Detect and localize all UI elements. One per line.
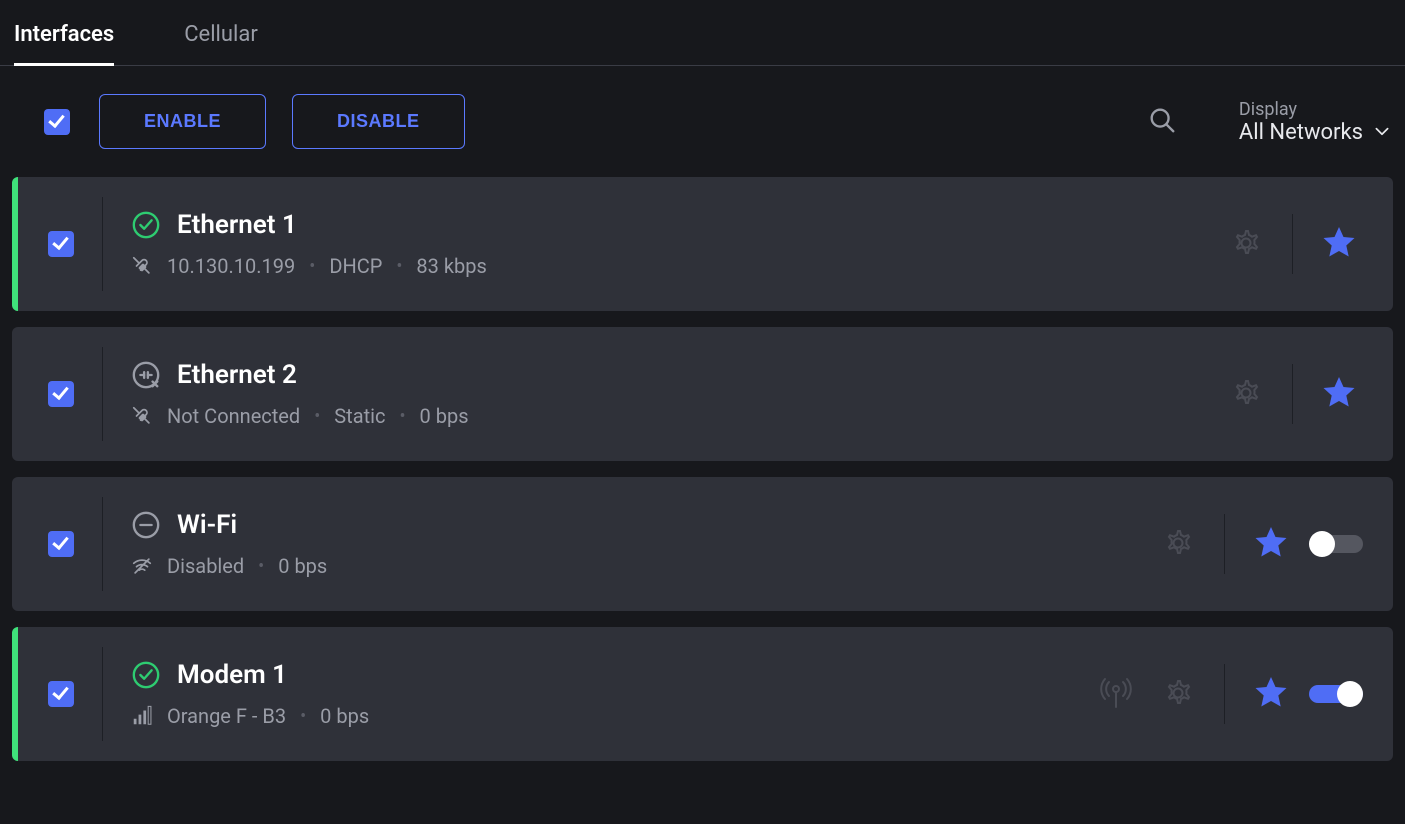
star-icon: [1321, 375, 1357, 411]
interface-detail: 10.130.10.199: [167, 254, 295, 278]
star-icon: [1253, 525, 1289, 561]
settings-button[interactable]: [1222, 369, 1270, 420]
interface-detail: 83 kbps: [416, 254, 486, 278]
interface-detail: 0 bps: [320, 704, 369, 728]
settings-button[interactable]: [1222, 219, 1270, 270]
antenna-icon: [1098, 675, 1134, 711]
gear-icon: [1228, 225, 1264, 261]
interface-name: Wi-Fi: [177, 510, 237, 540]
star-icon: [1253, 675, 1289, 711]
interface-detail: Orange F - B3: [167, 704, 286, 728]
interface-detail: 0 bps: [278, 554, 327, 578]
plug-icon: [131, 255, 153, 277]
display-filter-value: All Networks: [1239, 120, 1363, 145]
favorite-button[interactable]: [1247, 519, 1295, 570]
row-checkbox[interactable]: [48, 681, 74, 707]
plug-icon: [131, 405, 153, 427]
search-button[interactable]: [1141, 99, 1183, 144]
chevron-down-icon: [1373, 123, 1391, 141]
settings-button[interactable]: [1154, 669, 1202, 720]
select-all-checkbox[interactable]: [44, 109, 70, 135]
interface-detail: DHCP: [329, 254, 382, 278]
tab-interfaces[interactable]: Interfaces: [14, 4, 114, 65]
interface-detail: 0 bps: [420, 404, 469, 428]
gear-icon: [1160, 675, 1196, 711]
row-checkbox[interactable]: [48, 531, 74, 557]
interface-name: Ethernet 2: [177, 360, 297, 390]
check-circle-icon: [131, 660, 161, 690]
row-checkbox[interactable]: [48, 231, 74, 257]
enable-button[interactable]: ENABLE: [99, 94, 266, 149]
interface-row[interactable]: Modem 1Orange F - B3•0 bps: [12, 627, 1393, 761]
interface-name: Ethernet 1: [177, 210, 297, 240]
display-filter-label: Display: [1239, 99, 1297, 120]
interface-row[interactable]: Ethernet 2Not Connected•Static•0 bps: [12, 327, 1393, 461]
gear-icon: [1160, 525, 1196, 561]
interface-detail: Static: [334, 404, 385, 428]
gear-icon: [1228, 375, 1264, 411]
check-circle-icon: [131, 210, 161, 240]
interface-detail: Not Connected: [167, 404, 300, 428]
interface-row[interactable]: Wi-FiDisabled•0 bps: [12, 477, 1393, 611]
favorite-button[interactable]: [1247, 669, 1295, 720]
toolbar: ENABLE DISABLE Display All Networks: [0, 66, 1405, 177]
antenna-button[interactable]: [1092, 669, 1140, 720]
settings-button[interactable]: [1154, 519, 1202, 570]
disconnected-circle-icon: [131, 360, 161, 390]
interface-list: Ethernet 110.130.10.199•DHCP•83 kbpsEthe…: [0, 177, 1405, 761]
row-checkbox[interactable]: [48, 381, 74, 407]
enable-toggle[interactable]: [1309, 531, 1363, 557]
tab-cellular[interactable]: Cellular: [184, 4, 258, 65]
wifi-off-icon: [131, 555, 153, 577]
signal-bars-icon: [131, 705, 153, 727]
minus-circle-icon: [131, 510, 161, 540]
tab-bar: Interfaces Cellular: [0, 0, 1405, 66]
interface-detail: Disabled: [167, 554, 244, 578]
enable-toggle[interactable]: [1309, 681, 1363, 707]
favorite-button[interactable]: [1315, 369, 1363, 420]
disable-button[interactable]: DISABLE: [292, 94, 465, 149]
display-filter-dropdown[interactable]: Display All Networks: [1239, 99, 1391, 145]
interface-name: Modem 1: [177, 660, 287, 690]
favorite-button[interactable]: [1315, 219, 1363, 270]
search-icon: [1147, 105, 1177, 135]
interface-row[interactable]: Ethernet 110.130.10.199•DHCP•83 kbps: [12, 177, 1393, 311]
star-icon: [1321, 225, 1357, 261]
